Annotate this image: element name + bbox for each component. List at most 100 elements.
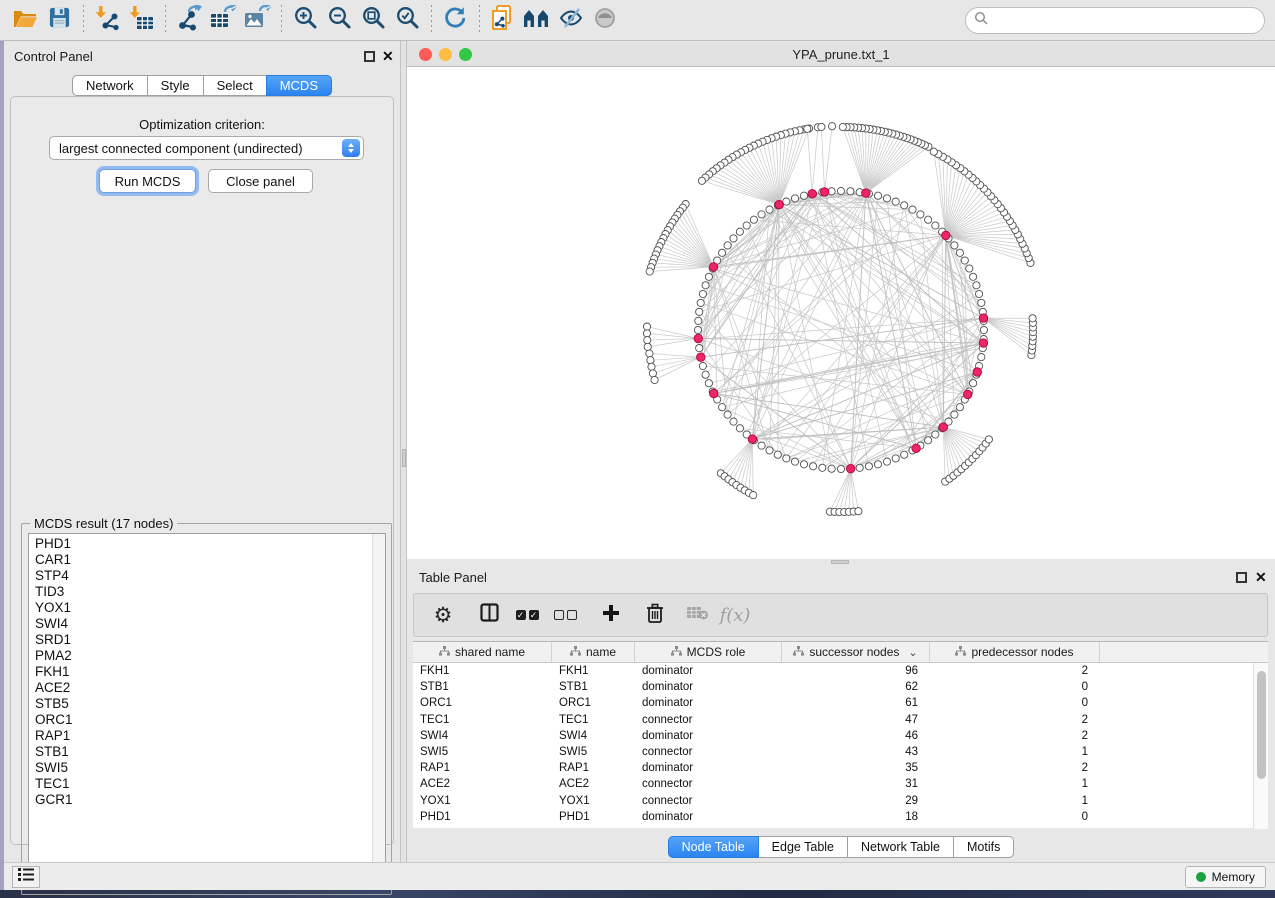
network-node[interactable] [694, 326, 701, 333]
network-node[interactable] [892, 455, 899, 462]
network-selected-node[interactable] [775, 200, 783, 208]
network-node[interactable] [648, 363, 655, 370]
network-selected-node[interactable] [964, 390, 972, 398]
network-node[interactable] [892, 198, 899, 205]
network-node[interactable] [644, 343, 651, 350]
column-header-predecessor-nodes[interactable]: predecessor nodes [930, 642, 1100, 662]
network-node[interactable] [783, 455, 790, 462]
select-all-button[interactable]: ✓✓ [512, 600, 542, 630]
table-row[interactable]: SWI4SWI4dominator462 [413, 728, 1268, 744]
tab-select[interactable]: Select [203, 75, 267, 96]
network-selected-node[interactable] [847, 465, 855, 473]
network-node[interactable] [705, 380, 712, 387]
network-node[interactable] [978, 354, 985, 361]
network-node[interactable] [951, 242, 958, 249]
network-node[interactable] [901, 451, 908, 458]
result-scrollbar[interactable] [372, 534, 385, 886]
close-panel-button[interactable]: Close panel [208, 169, 313, 193]
network-node[interactable] [719, 404, 726, 411]
network-selected-node[interactable] [979, 339, 987, 347]
network-node[interactable] [874, 461, 881, 468]
column-header-MCDS-role[interactable]: MCDS role [635, 642, 782, 662]
mcds-result-item[interactable]: FKH1 [29, 664, 371, 680]
mcds-result-item[interactable]: ACE2 [29, 680, 371, 696]
network-node[interactable] [724, 411, 731, 418]
column-header-shared-name[interactable]: shared name [413, 642, 552, 662]
tab-mcds[interactable]: MCDS [266, 75, 332, 96]
network-selected-node[interactable] [697, 353, 705, 361]
column-layout-button[interactable] [474, 600, 504, 630]
tab-motifs[interactable]: Motifs [953, 836, 1014, 858]
network-node[interactable] [818, 123, 825, 130]
network-node[interactable] [649, 370, 656, 377]
network-node[interactable] [839, 123, 846, 130]
network-node[interactable] [883, 458, 890, 465]
network-node[interactable] [901, 202, 908, 209]
optimization-select[interactable]: largest connected component (undirected) [49, 136, 364, 160]
mcds-result-item[interactable]: STB1 [29, 744, 371, 760]
network-node[interactable] [702, 282, 709, 289]
tab-node-table[interactable]: Node Table [668, 836, 759, 858]
import-table-button[interactable] [124, 3, 158, 37]
network-node[interactable] [730, 235, 737, 242]
mcds-result-item[interactable]: SWI4 [29, 616, 371, 632]
network-node[interactable] [925, 216, 932, 223]
mcds-result-item[interactable]: ORC1 [29, 712, 371, 728]
network-node[interactable] [800, 461, 807, 468]
network-node[interactable] [743, 222, 750, 229]
network-node[interactable] [883, 195, 890, 202]
network-node[interactable] [970, 273, 977, 280]
network-node[interactable] [699, 290, 706, 297]
export-network-button[interactable] [172, 3, 206, 37]
network-node[interactable] [978, 299, 985, 306]
zoom-fit-button[interactable] [356, 3, 390, 37]
tab-style[interactable]: Style [147, 75, 204, 96]
network-node[interactable] [702, 371, 709, 378]
network-canvas[interactable] [407, 67, 1275, 559]
gear-button[interactable]: ⚙ [428, 600, 458, 630]
network-node[interactable] [800, 192, 807, 199]
mcds-result-item[interactable]: RAP1 [29, 728, 371, 744]
network-selected-node[interactable] [912, 444, 920, 452]
network-node[interactable] [970, 380, 977, 387]
import-network-button[interactable] [90, 3, 124, 37]
network-node[interactable] [847, 188, 854, 195]
network-node[interactable] [966, 265, 973, 272]
mcds-result-item[interactable]: GCR1 [29, 792, 371, 808]
table-row[interactable]: ACE2ACE2connector311 [413, 776, 1268, 792]
network-selected-node[interactable] [748, 435, 756, 443]
network-node[interactable] [647, 357, 654, 364]
tab-network[interactable]: Network [72, 75, 148, 96]
network-node[interactable] [855, 508, 862, 515]
network-node[interactable] [951, 411, 958, 418]
network-node[interactable] [917, 211, 924, 218]
mcds-result-list[interactable]: PHD1CAR1STP4TID3YOX1SWI4SRD1PMA2FKH1ACE2… [28, 533, 386, 887]
column-header-name[interactable]: name [552, 642, 635, 662]
network-selected-node[interactable] [979, 314, 987, 322]
column-header-successor-nodes[interactable]: successor nodes⌄ [782, 642, 930, 662]
network-selected-node[interactable] [808, 190, 816, 198]
network-node[interactable] [909, 206, 916, 213]
table-row[interactable]: SWI5SWI5connector431 [413, 744, 1268, 760]
network-selected-node[interactable] [862, 189, 870, 197]
network-node[interactable] [865, 463, 872, 470]
network-node[interactable] [774, 451, 781, 458]
network-node[interactable] [758, 211, 765, 218]
add-column-button[interactable] [596, 600, 626, 630]
table-row[interactable]: TEC1TEC1connector472 [413, 712, 1268, 728]
close-panel-icon[interactable]: ✕ [382, 47, 394, 65]
network-node[interactable] [695, 317, 702, 324]
network-node[interactable] [980, 326, 987, 333]
table-float-icon[interactable] [1236, 572, 1247, 583]
memory-button[interactable]: Memory [1185, 866, 1266, 888]
network-node[interactable] [837, 465, 844, 472]
network-selected-node[interactable] [942, 231, 950, 239]
network-node[interactable] [837, 187, 844, 194]
zoom-selected-button[interactable] [390, 3, 424, 37]
network-node[interactable] [696, 345, 703, 352]
table-row[interactable]: PHD1PHD1dominator180 [413, 809, 1268, 825]
network-node[interactable] [644, 337, 651, 344]
network-node[interactable] [758, 442, 765, 449]
network-node[interactable] [956, 249, 963, 256]
duplicate-network-button[interactable] [486, 3, 520, 37]
